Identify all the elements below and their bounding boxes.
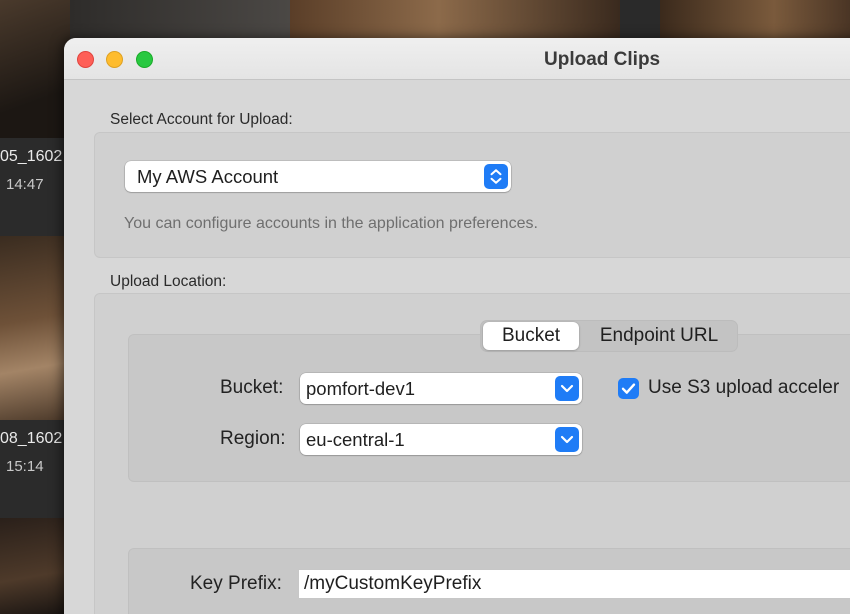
region-popup[interactable]: eu-central-1 bbox=[300, 424, 582, 455]
window-title: Upload Clips bbox=[544, 49, 661, 70]
thumbnail-time: 15:14 bbox=[6, 458, 44, 475]
upload-location-label: Upload Location: bbox=[110, 273, 227, 290]
chevron-down-icon bbox=[555, 427, 579, 452]
thumbnail-caption[interactable]: 08_1602 15:14 bbox=[0, 420, 66, 518]
region-label: Region: bbox=[220, 428, 286, 449]
background-photo bbox=[660, 0, 850, 40]
key-prefix-input[interactable]: /myCustomKeyPrefix bbox=[298, 569, 850, 599]
key-prefix-label: Key Prefix: bbox=[190, 573, 282, 594]
background-photo bbox=[70, 0, 290, 40]
minimize-window-button[interactable] bbox=[106, 51, 123, 68]
background-photo bbox=[290, 0, 620, 40]
close-window-button[interactable] bbox=[77, 51, 94, 68]
background-photo bbox=[620, 0, 660, 40]
upload-clips-window: Upload Clips Select Account for Upload: … bbox=[64, 38, 850, 614]
background-photo bbox=[0, 518, 66, 614]
thumbnail-caption[interactable]: 05_1602 14:47 bbox=[0, 138, 66, 236]
thumbnail-name: 08_1602 bbox=[0, 430, 63, 447]
s3-acceleration-label[interactable]: Use S3 upload acceler bbox=[648, 377, 839, 399]
checkmark-icon bbox=[621, 383, 636, 394]
tab-endpoint-url[interactable]: Endpoint URL bbox=[583, 322, 735, 350]
account-hint-text: You can configure accounts in the applic… bbox=[124, 215, 538, 232]
account-popup-value: My AWS Account bbox=[137, 166, 279, 187]
up-down-chevron-icon bbox=[484, 164, 508, 189]
bucket-popup-value: pomfort-dev1 bbox=[306, 378, 415, 399]
s3-acceleration-checkbox[interactable] bbox=[618, 378, 639, 399]
title-bar[interactable]: Upload Clips bbox=[64, 38, 850, 80]
background-photo bbox=[0, 0, 70, 138]
zoom-window-button[interactable] bbox=[136, 51, 153, 68]
location-mode-segmented-control[interactable]: Bucket Endpoint URL bbox=[480, 320, 738, 352]
key-prefix-value: /myCustomKeyPrefix bbox=[304, 573, 482, 594]
background-photo bbox=[0, 236, 66, 422]
account-popup[interactable]: My AWS Account bbox=[125, 161, 511, 192]
account-group-box: My AWS Account You can configure account… bbox=[94, 132, 850, 258]
region-popup-value: eu-central-1 bbox=[306, 429, 405, 450]
tab-bucket[interactable]: Bucket bbox=[483, 322, 579, 350]
chevron-down-icon bbox=[555, 376, 579, 401]
account-section-label: Select Account for Upload: bbox=[110, 111, 293, 128]
bucket-label: Bucket: bbox=[220, 377, 284, 398]
bucket-popup[interactable]: pomfort-dev1 bbox=[300, 373, 582, 404]
thumbnail-name: 05_1602 bbox=[0, 148, 63, 165]
bucket-settings-box bbox=[128, 334, 850, 482]
thumbnail-time: 14:47 bbox=[6, 176, 44, 193]
